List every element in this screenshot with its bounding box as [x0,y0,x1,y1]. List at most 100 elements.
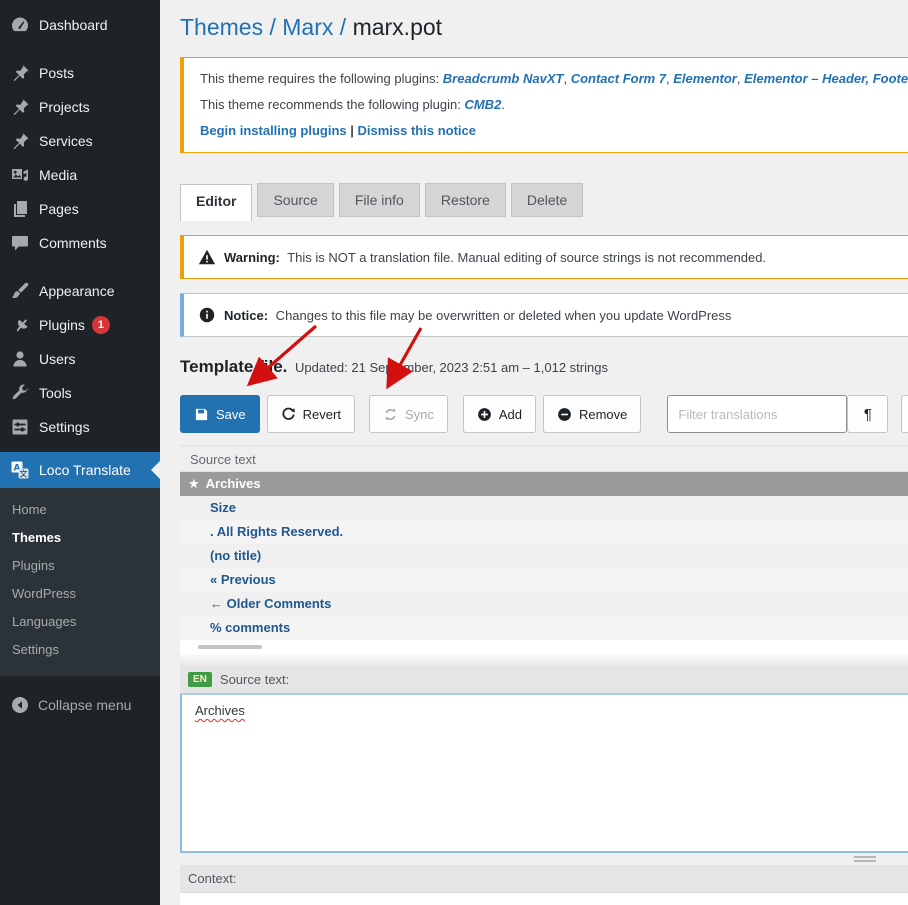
tab-source[interactable]: Source [257,183,333,217]
sidebar-item-label: Loco Translate [39,462,131,478]
plugin-link-elementor-header-footer[interactable]: Elementor – Header, Footer & [744,71,908,86]
sidebar-item-posts[interactable]: Posts [0,56,160,90]
sidebar-item-label: Posts [39,65,74,81]
sidebar-item-services[interactable]: Services [0,124,160,158]
loco-translate-submenu: Home Themes Plugins WordPress Languages … [0,488,160,676]
star-icon: ★ [188,476,200,491]
sidebar-item-label: Services [39,133,93,149]
sidebar-item-projects[interactable]: Projects [0,90,160,124]
sidebar-item-media[interactable]: Media [0,158,160,192]
collapse-arrow-icon [10,695,30,715]
warning-triangle-icon [198,248,216,266]
filter-translations-input[interactable] [667,395,847,433]
breadcrumb-link-marx[interactable]: Marx [282,14,333,40]
plugin-link-elementor[interactable]: Elementor [673,71,737,86]
notice-text: This theme recommends the following plug… [200,97,464,112]
submenu-item-languages[interactable]: Languages [0,608,160,636]
plus-circle-icon [477,407,492,422]
sidebar-item-label: Dashboard [39,17,108,33]
dismiss-notice-link[interactable]: Dismiss this notice [358,123,476,138]
source-text-field-header: EN Source text: [180,666,908,693]
template-file-updated: Updated: 21 September, 2023 2:51 am – 1,… [295,360,608,375]
remove-button[interactable]: Remove [543,395,641,433]
add-button[interactable]: Add [463,395,536,433]
translate-icon: A文 [10,460,30,480]
file-tabs: Editor Source File info Restore Delete [180,179,908,217]
minus-circle-icon [557,407,572,422]
string-row-selected[interactable]: ★ Archives [180,472,908,496]
sidebar-item-loco-translate[interactable]: A文 Loco Translate [0,452,160,488]
notice-text: , [563,71,570,86]
source-text-column-header: Source text [180,445,908,472]
warning-notice: Warning: This is NOT a translation file.… [180,235,908,279]
submenu-item-themes[interactable]: Themes [0,524,160,552]
dashboard-icon [10,15,30,35]
required-plugins-line: This theme requires the following plugin… [200,66,908,92]
string-row[interactable]: « Previous [180,568,908,592]
pin-icon [10,97,30,117]
sidebar-item-label: Media [39,167,77,183]
sidebar-item-label: Tools [39,385,72,401]
admin-sidebar: Dashboard Posts Projects Services Media [0,0,160,905]
plugin-link-breadcrumb-navxt[interactable]: Breadcrumb NavXT [443,71,564,86]
string-row[interactable]: . All Rights Reserved. [180,520,908,544]
info-notice: Notice: Changes to this file may be over… [180,293,908,337]
source-text-editor[interactable]: Archives [180,693,908,853]
begin-installing-plugins-link[interactable]: Begin installing plugins [200,123,347,138]
resize-handle[interactable] [854,856,876,862]
editor-toolbar: Save Revert Sync Add Remove ¶ </> [180,395,892,433]
tab-restore[interactable]: Restore [425,183,506,217]
tab-file-info[interactable]: File info [339,183,420,217]
save-label: Save [216,407,246,422]
breadcrumb-current: marx.pot [353,14,442,40]
submenu-item-plugins[interactable]: Plugins [0,552,160,580]
sidebar-item-plugins[interactable]: Plugins 1 [0,308,160,342]
editor-resize-strip [180,853,908,865]
string-row[interactable]: Size [180,496,908,520]
string-row[interactable]: % comments [180,616,908,640]
loco-translate-editor-page: Dashboard Posts Projects Services Media [0,0,908,905]
notice-text: . [501,97,505,112]
settings-icon [10,417,30,437]
sidebar-item-settings[interactable]: Settings [0,410,160,444]
plugin-link-contact-form-7[interactable]: Contact Form 7 [571,71,666,86]
sidebar-item-label: Settings [39,419,90,435]
sidebar-item-tools[interactable]: Tools [0,376,160,410]
code-view-button[interactable]: </> [901,395,908,433]
context-input[interactable] [180,892,908,905]
string-row[interactable]: (no title) [180,544,908,568]
submenu-item-home[interactable]: Home [0,496,160,524]
sidebar-item-pages[interactable]: Pages [0,192,160,226]
revert-label: Revert [303,407,341,422]
breadcrumb-separator: / [333,14,352,40]
submenu-item-settings[interactable]: Settings [0,636,160,664]
submenu-item-wordpress[interactable]: WordPress [0,580,160,608]
breadcrumb-link-themes[interactable]: Themes [180,14,263,40]
sidebar-item-label: Appearance [39,283,115,299]
add-label: Add [499,407,522,422]
revert-button[interactable]: Revert [267,395,355,433]
horizontal-scrollbar-thumb[interactable] [198,645,262,649]
sidebar-item-appearance[interactable]: Appearance [0,274,160,308]
media-icon [10,165,30,185]
sidebar-item-label: Plugins [39,317,85,333]
pages-icon [10,199,30,219]
sidebar-item-users[interactable]: Users [0,342,160,376]
sync-button[interactable]: Sync [369,395,448,433]
breadcrumb-separator: / [263,14,282,40]
tools-icon [10,383,30,403]
invisibles-toggle-button[interactable]: ¶ [847,395,888,433]
tab-editor[interactable]: Editor [180,184,252,221]
sidebar-item-comments[interactable]: Comments [0,226,160,260]
save-button[interactable]: Save [180,395,260,433]
string-row-label: Archives [206,476,261,491]
pilcrow-icon: ¶ [864,406,872,423]
string-row[interactable]: ← Older Comments [180,592,908,616]
collapse-menu-label: Collapse menu [38,697,131,713]
collapse-menu-button[interactable]: Collapse menu [0,688,160,722]
source-text-label: Source text: [220,672,289,687]
plugin-notice-actions: Begin installing plugins | Dismiss this … [200,118,908,144]
tab-delete[interactable]: Delete [511,183,583,217]
plugin-link-cmb2[interactable]: CMB2 [464,97,501,112]
sidebar-item-dashboard[interactable]: Dashboard [0,8,160,42]
